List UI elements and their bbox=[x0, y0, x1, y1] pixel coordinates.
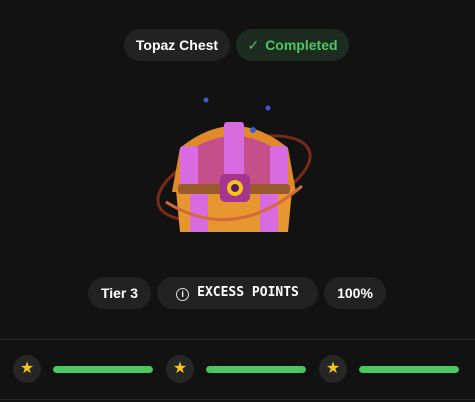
star-icon: ★ bbox=[319, 355, 347, 383]
progress-bar-3 bbox=[359, 366, 459, 373]
info-icon: i bbox=[176, 288, 190, 301]
status-label: Completed bbox=[265, 37, 338, 53]
star-icon: ★ bbox=[166, 355, 194, 383]
tier-badge: Tier 3 bbox=[88, 277, 151, 309]
progress-bar-1 bbox=[53, 366, 153, 373]
divider bbox=[0, 339, 475, 340]
check-icon: ✓ bbox=[247, 37, 260, 53]
star-icon: ★ bbox=[13, 355, 41, 383]
excess-points-label: EXCESS POINTS bbox=[197, 285, 299, 300]
progress-fill-1 bbox=[53, 366, 153, 373]
chest-title: Topaz Chest bbox=[124, 29, 230, 61]
status-badge: ✓ Completed bbox=[236, 29, 349, 61]
progress-bar-2 bbox=[206, 366, 306, 373]
divider bbox=[0, 399, 475, 400]
progress-percent: 100% bbox=[324, 277, 386, 309]
chest-illustration bbox=[156, 97, 312, 232]
progress-fill-2 bbox=[206, 366, 306, 373]
progress-fill-3 bbox=[359, 366, 459, 373]
excess-points-button[interactable]: i EXCESS POINTS bbox=[157, 277, 318, 309]
